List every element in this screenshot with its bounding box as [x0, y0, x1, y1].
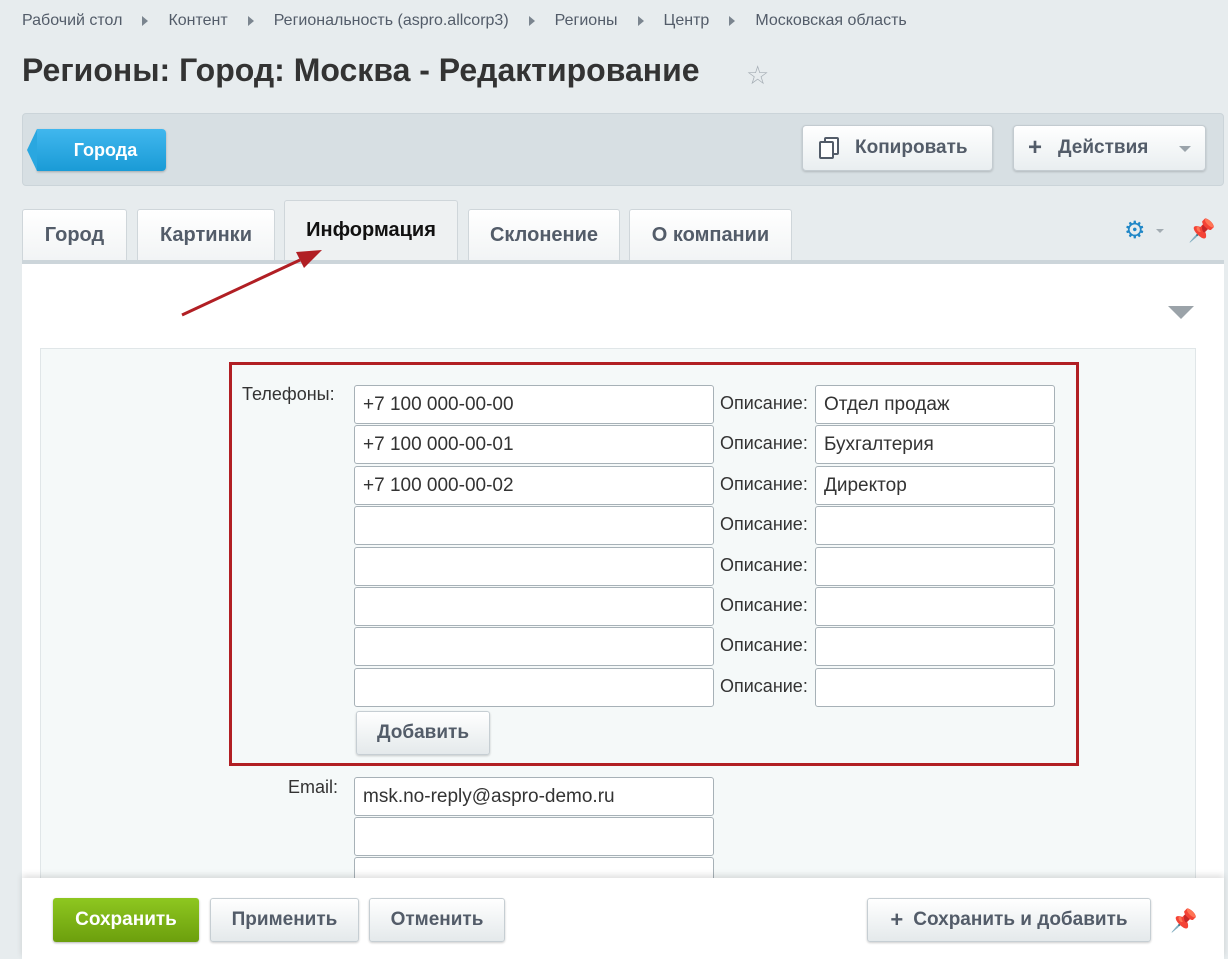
- chevron-down-icon[interactable]: [1156, 229, 1164, 233]
- plus-icon: +: [890, 907, 904, 932]
- tab-city[interactable]: Город: [22, 209, 127, 260]
- save-and-add-button[interactable]: + Сохранить и добавить: [867, 898, 1151, 942]
- tab-information[interactable]: Информация: [284, 200, 458, 260]
- footer-bar: Сохранить Применить Отменить + Сохранить…: [22, 878, 1224, 959]
- tab-about-company[interactable]: О компании: [629, 209, 792, 260]
- breadcrumb: Рабочий стол Контент Региональность (asp…: [22, 10, 907, 32]
- breadcrumb-item-regionality[interactable]: Региональность (aspro.allcorp3): [274, 12, 509, 30]
- email-label: Email:: [288, 777, 339, 797]
- tab-pictures[interactable]: Картинки: [137, 209, 275, 260]
- gear-icon[interactable]: ⚙: [1124, 218, 1146, 244]
- chevron-right-icon: [247, 16, 254, 26]
- chevron-down-icon: [1179, 146, 1191, 152]
- copy-button-label: Копировать: [855, 137, 968, 158]
- collapse-triangle-icon[interactable]: [1168, 306, 1194, 319]
- plus-icon: +: [1028, 134, 1043, 161]
- email-input[interactable]: msk.no-reply@aspro-demo.ru: [354, 777, 714, 816]
- breadcrumb-item-moscow-region[interactable]: Московская область: [755, 12, 906, 30]
- toolbar: Города Копировать + Действия: [22, 113, 1224, 186]
- page-title: Регионы: Город: Москва - Редактирование: [22, 52, 700, 88]
- tab-declension[interactable]: Склонение: [468, 209, 620, 260]
- breadcrumb-item-content[interactable]: Контент: [168, 12, 227, 30]
- apply-button[interactable]: Применить: [210, 898, 359, 942]
- breadcrumb-item-desktop[interactable]: Рабочий стол: [22, 12, 122, 30]
- copy-button[interactable]: Копировать: [802, 125, 993, 171]
- actions-button-label: Действия: [1058, 137, 1149, 158]
- chevron-right-icon: [729, 16, 736, 26]
- star-icon[interactable]: ☆: [746, 60, 769, 90]
- highlight-box: [229, 362, 1079, 766]
- chevron-right-icon: [637, 16, 644, 26]
- copy-icon: [819, 137, 839, 159]
- breadcrumb-item-center[interactable]: Центр: [664, 12, 710, 30]
- back-to-cities-button[interactable]: Города: [27, 129, 166, 171]
- cancel-button[interactable]: Отменить: [369, 898, 505, 942]
- email-input[interactable]: [354, 857, 714, 878]
- save-and-add-label: Сохранить и добавить: [913, 909, 1128, 930]
- breadcrumb-item-regions[interactable]: Регионы: [555, 12, 618, 30]
- pin-icon[interactable]: 📌: [1170, 908, 1197, 934]
- pin-icon[interactable]: 📌: [1188, 218, 1215, 244]
- save-button[interactable]: Сохранить: [53, 898, 199, 942]
- chevron-right-icon: [142, 16, 149, 26]
- chevron-right-icon: [528, 16, 535, 26]
- email-input[interactable]: [354, 817, 714, 856]
- actions-button[interactable]: + Действия: [1013, 125, 1206, 171]
